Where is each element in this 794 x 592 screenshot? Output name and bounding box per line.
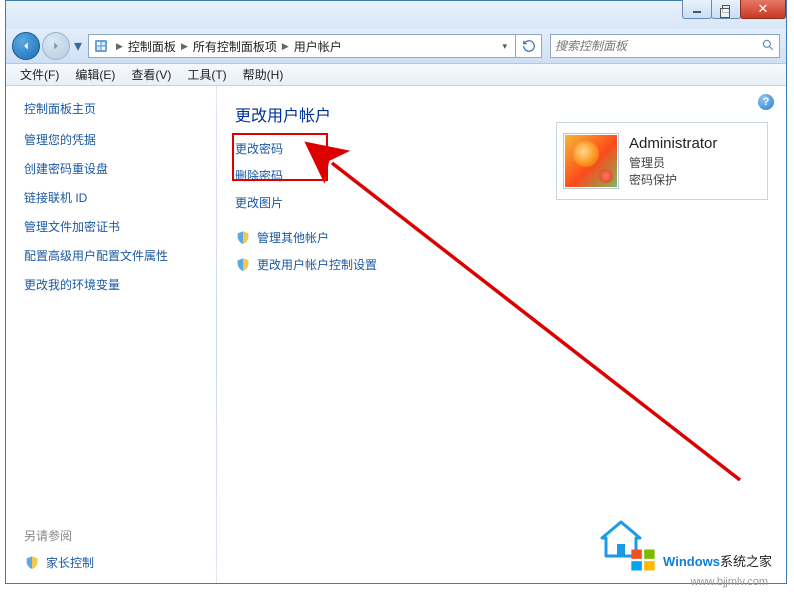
action-uac-settings[interactable]: 更改用户帐户控制设置 (235, 256, 768, 273)
watermark: Windows系统之家 (629, 546, 772, 574)
account-name: Administrator (629, 135, 717, 152)
navigation-bar: ▾ ▶ 控制面板 ▶ 所有控制面板项 ▶ 用户帐户 ▾ (6, 29, 786, 64)
breadcrumb-all-items[interactable]: 所有控制面板项 (191, 38, 279, 55)
watermark-brand: Windows (663, 554, 720, 569)
menu-tools[interactable]: 工具(T) (179, 64, 234, 85)
sidebar: 控制面板主页 管理您的凭据 创建密码重设盘 链接联机 ID 管理文件加密证书 配… (6, 86, 216, 583)
nav-history-dropdown[interactable]: ▾ (72, 32, 84, 60)
menu-file[interactable]: 文件(F) (12, 64, 67, 85)
sidebar-link-parental-controls[interactable]: 家长控制 (24, 554, 94, 571)
help-icon[interactable]: ? (758, 94, 774, 110)
menu-edit[interactable]: 编辑(E) (67, 64, 123, 85)
forward-button[interactable] (42, 32, 70, 60)
sidebar-link-password-reset-disk[interactable]: 创建密码重设盘 (24, 160, 198, 177)
action-link-label: 更改用户帐户控制设置 (257, 256, 377, 273)
titlebar: ✕ (6, 1, 786, 29)
address-bar[interactable]: ▶ 控制面板 ▶ 所有控制面板项 ▶ 用户帐户 ▾ (88, 34, 516, 58)
shield-icon (24, 555, 40, 571)
content-area: 控制面板主页 管理您的凭据 创建密码重设盘 链接联机 ID 管理文件加密证书 配… (6, 86, 786, 583)
shield-icon (235, 257, 251, 273)
see-also-label: 另请参阅 (24, 527, 94, 544)
menu-view[interactable]: 查看(V) (123, 64, 179, 85)
chevron-right-icon[interactable]: ▶ (279, 41, 292, 52)
search-icon[interactable] (761, 38, 775, 55)
minimize-button[interactable] (682, 0, 712, 19)
menu-bar: 文件(F) 编辑(E) 查看(V) 工具(T) 帮助(H) (6, 64, 786, 86)
sidebar-link-credentials[interactable]: 管理您的凭据 (24, 131, 198, 148)
sidebar-link-encryption-certs[interactable]: 管理文件加密证书 (24, 218, 198, 235)
chevron-right-icon[interactable]: ▶ (178, 41, 191, 52)
window-frame: ✕ ▾ ▶ 控制面板 ▶ 所有控制面板项 ▶ 用户帐户 ▾ (5, 0, 787, 584)
sidebar-link-label: 家长控制 (46, 554, 94, 571)
control-panel-icon (93, 38, 109, 54)
breadcrumb-user-accounts[interactable]: 用户帐户 (292, 38, 344, 55)
maximize-button[interactable] (711, 0, 741, 19)
refresh-button[interactable] (516, 34, 542, 58)
search-box[interactable] (550, 34, 780, 58)
sidebar-link-env-vars[interactable]: 更改我的环境变量 (24, 276, 198, 293)
avatar (563, 133, 619, 189)
watermark-url: www.bjjmlv.com (691, 576, 768, 588)
action-manage-other-accounts[interactable]: 管理其他帐户 (235, 229, 768, 246)
breadcrumb-control-panel[interactable]: 控制面板 (126, 38, 178, 55)
sidebar-home[interactable]: 控制面板主页 (24, 100, 198, 117)
action-link-label: 管理其他帐户 (257, 229, 329, 246)
windows-logo-icon (629, 546, 657, 574)
address-dropdown[interactable]: ▾ (498, 41, 511, 52)
sidebar-link-advanced-profile[interactable]: 配置高级用户配置文件属性 (24, 247, 198, 264)
sidebar-link-online-id[interactable]: 链接联机 ID (24, 189, 198, 206)
chevron-right-icon[interactable]: ▶ (113, 41, 126, 52)
watermark-brand-cn: 系统之家 (720, 554, 772, 569)
menu-help[interactable]: 帮助(H) (235, 64, 292, 85)
close-button[interactable]: ✕ (740, 0, 786, 19)
back-button[interactable] (12, 32, 40, 60)
account-type: 管理员 (629, 154, 717, 171)
main-panel: ? 更改用户帐户 更改密码 删除密码 更改图片 管理其他帐户 更改用户帐户控制设… (217, 86, 786, 583)
account-card: Administrator 管理员 密码保护 (556, 122, 768, 200)
account-password-status: 密码保护 (629, 171, 717, 188)
search-input[interactable] (555, 39, 761, 53)
shield-icon (235, 230, 251, 246)
